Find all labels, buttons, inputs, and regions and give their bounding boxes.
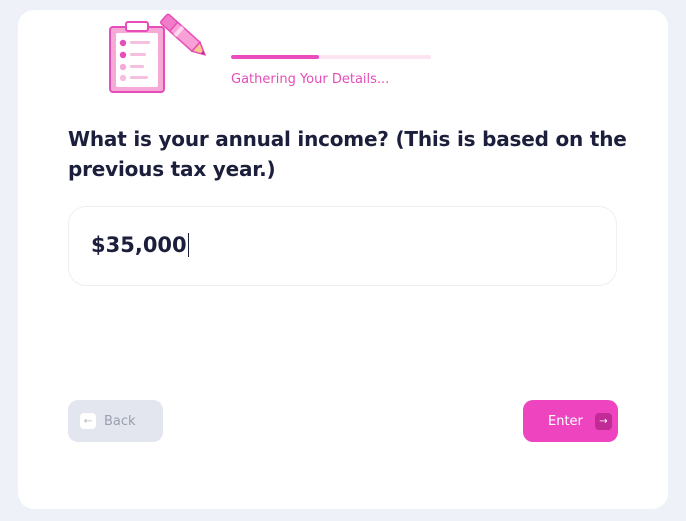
enter-button[interactable]: Enter → [523, 400, 618, 442]
income-value: $35,000 [91, 233, 187, 257]
clipboard-pencil-icon [106, 10, 216, 106]
arrow-right-icon: → [594, 412, 612, 430]
annual-income-input[interactable]: $35,000 [68, 206, 617, 286]
progress-label: Gathering Your Details... [231, 72, 390, 87]
arrow-left-icon: ← [80, 413, 96, 429]
question-heading: What is your annual income? (This is bas… [68, 127, 627, 181]
progress-bar [231, 55, 431, 59]
enter-button-label: Enter [548, 413, 583, 429]
income-value-wrapper: $35,000 [91, 233, 189, 257]
form-card: Gathering Your Details... What is your a… [18, 10, 668, 509]
text-cursor [187, 233, 189, 257]
back-button[interactable]: ← Back [68, 400, 163, 442]
back-button-label: Back [104, 413, 136, 429]
progress-bar-fill [231, 55, 319, 59]
